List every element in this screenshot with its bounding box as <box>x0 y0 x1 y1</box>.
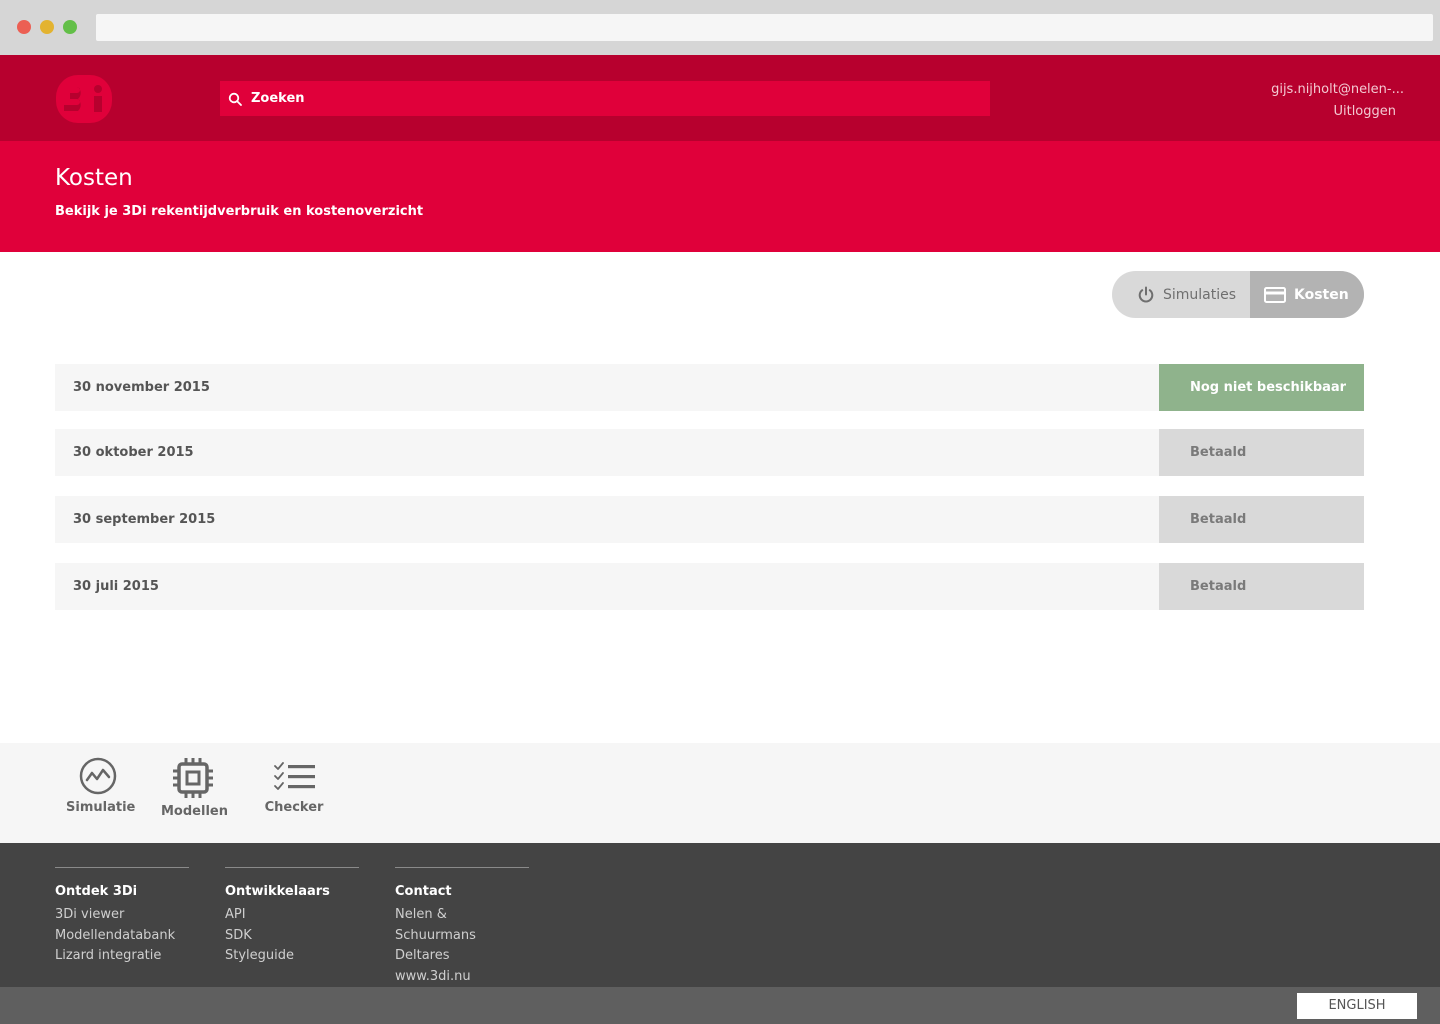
invoice-row[interactable]: 30 juli 2015 Betaald <box>55 563 1364 610</box>
toggle-costs-label: Kosten <box>1294 286 1349 303</box>
footer-link[interactable]: Styleguide <box>225 946 359 967</box>
invoice-status-badge[interactable]: Nog niet beschikbaar <box>1159 364 1364 411</box>
toggle-simulations-button[interactable]: Simulaties <box>1112 271 1250 318</box>
maximize-window-dot[interactable] <box>63 20 77 34</box>
invoice-row[interactable]: 30 september 2015 Betaald <box>55 496 1364 543</box>
invoice-date: 30 september 2015 <box>73 512 216 527</box>
invoice-row[interactable]: 30 november 2015 Nog niet beschikbaar <box>55 364 1364 411</box>
activity-icon <box>79 757 117 795</box>
close-window-dot[interactable] <box>17 20 31 34</box>
footer-link[interactable]: Nelen & Schuurmans <box>395 905 529 946</box>
nav-simulatie[interactable]: Simulatie <box>66 757 135 815</box>
invoice-date: 30 november 2015 <box>73 380 210 395</box>
invoice-date: 30 juli 2015 <box>73 579 159 594</box>
toggle-simulations-label: Simulaties <box>1163 286 1237 303</box>
footer-app-nav: Simulatie Modellen Checker <box>0 743 1440 843</box>
toggle-costs-button[interactable]: Kosten <box>1250 271 1364 318</box>
view-toggle: Simulaties Kosten <box>1112 271 1364 318</box>
minimize-window-dot[interactable] <box>40 20 54 34</box>
footer-link[interactable]: Modellendatabank <box>55 926 189 947</box>
credit-card-icon <box>1264 286 1286 303</box>
page-title: Kosten <box>55 165 133 191</box>
invoice-row[interactable]: 30 oktober 2015 Betaald <box>55 429 1364 476</box>
search-bar[interactable] <box>220 81 990 116</box>
footer-link[interactable]: SDK <box>225 926 359 947</box>
nav-checker[interactable]: Checker <box>264 757 324 815</box>
site-footer: Ontdek 3Di 3Di viewer Modellendatabank L… <box>0 843 1440 987</box>
chip-icon <box>173 758 213 798</box>
user-email[interactable]: gijs.nijholt@nelen-... <box>1271 79 1404 101</box>
language-bar: ENGLISH <box>0 987 1440 1024</box>
footer-column-ontdek: Ontdek 3Di 3Di viewer Modellendatabank L… <box>55 867 189 967</box>
nav-modellen-label: Modellen <box>161 804 228 819</box>
footer-link[interactable]: 3Di viewer <box>55 905 189 926</box>
browser-chrome <box>0 0 1440 55</box>
nav-modellen[interactable]: Modellen <box>161 757 228 819</box>
invoice-date: 30 oktober 2015 <box>73 445 194 460</box>
user-menu: gijs.nijholt@nelen-... Uitloggen <box>1271 79 1404 123</box>
footer-column-title: Ontdek 3Di <box>55 884 138 899</box>
checklist-icon <box>274 762 315 790</box>
search-icon <box>228 92 242 106</box>
invoice-status-badge[interactable]: Betaald <box>1159 496 1364 543</box>
footer-column-title: Contact <box>395 884 452 899</box>
footer-column-contact: Contact Nelen & Schuurmans Deltares www.… <box>395 867 529 987</box>
footer-column-title: Ontwikkelaars <box>225 884 330 899</box>
logout-link[interactable]: Uitloggen <box>1271 101 1396 123</box>
invoice-status-badge[interactable]: Betaald <box>1159 563 1364 610</box>
footer-link[interactable]: www.3di.nu <box>395 967 529 988</box>
footer-link[interactable]: Deltares <box>395 946 529 967</box>
3di-logo-mark <box>56 75 112 123</box>
page-subtitle: Bekijk je 3Di rekentijdverbruik en koste… <box>55 204 424 219</box>
search-input[interactable] <box>251 91 951 106</box>
address-bar[interactable] <box>96 14 1433 41</box>
top-bar: gijs.nijholt@nelen-... Uitloggen <box>0 55 1440 141</box>
footer-link[interactable]: Lizard integratie <box>55 946 189 967</box>
page-header: Kosten Bekijk je 3Di rekentijdverbruik e… <box>0 141 1440 252</box>
invoice-status-badge[interactable]: Betaald <box>1159 429 1364 476</box>
nav-checker-label: Checker <box>264 800 324 815</box>
3di-logo[interactable] <box>56 75 112 123</box>
power-icon <box>1138 286 1154 303</box>
footer-column-ontwikkelaars: Ontwikkelaars API SDK Styleguide <box>225 867 359 967</box>
language-switch-button[interactable]: ENGLISH <box>1297 993 1417 1019</box>
footer-link[interactable]: API <box>225 905 359 926</box>
nav-simulatie-label: Simulatie <box>66 800 136 815</box>
